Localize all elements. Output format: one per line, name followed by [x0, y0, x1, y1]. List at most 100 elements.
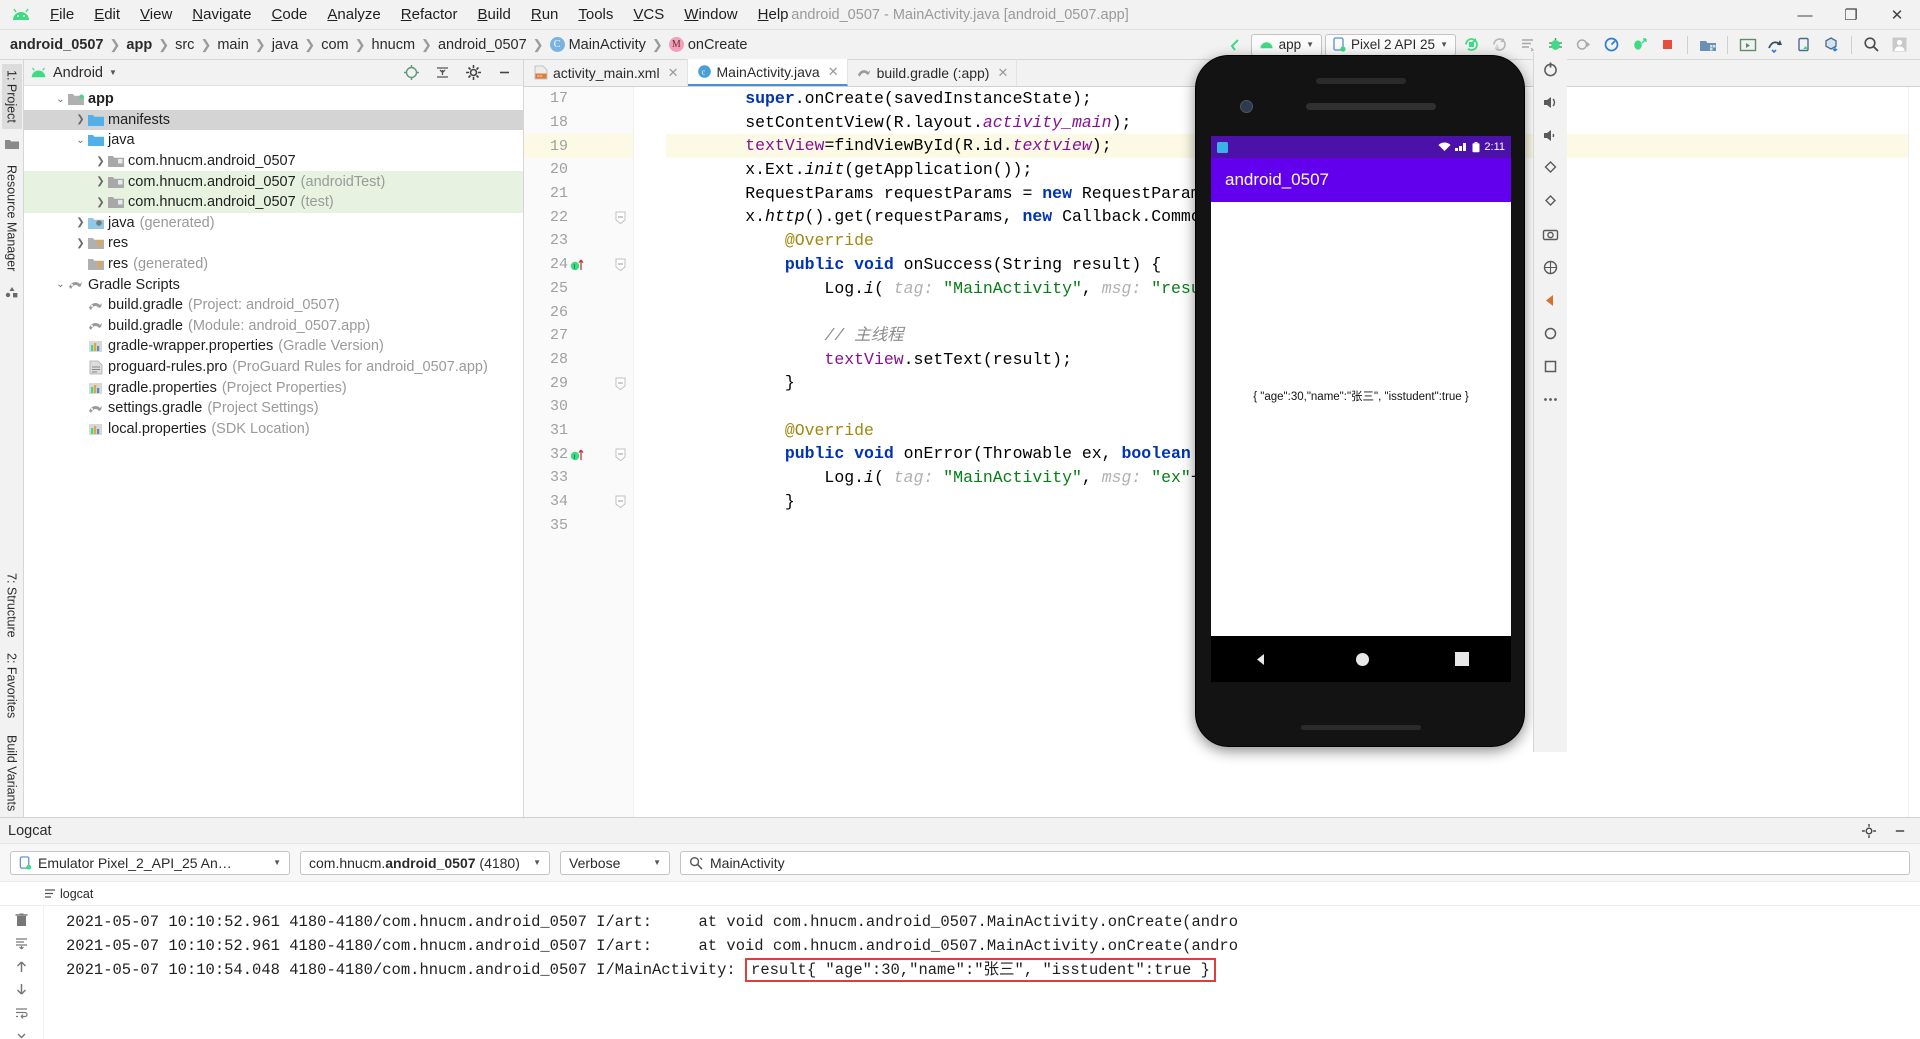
- tree-row[interactable]: · gradle-wrapper.properties(Gradle Versio…: [24, 336, 523, 357]
- gutter-line[interactable]: 31: [524, 419, 633, 443]
- tree-row[interactable]: · local.properties(SDK Location): [24, 419, 523, 440]
- gutter-line[interactable]: 23: [524, 229, 633, 253]
- breadcrumb-item-com[interactable]: com: [321, 37, 348, 53]
- logcat-lines[interactable]: 2021-05-07 10:10:52.961 4180-4180/com.hn…: [44, 906, 1920, 1039]
- tree-row[interactable]: · build.gradle(Project: android_0507): [24, 295, 523, 316]
- close-icon[interactable]: ✕: [997, 65, 1008, 81]
- tree-row[interactable]: ⌄ app: [24, 89, 523, 110]
- hide-panel-icon[interactable]: [492, 61, 517, 85]
- stop-icon[interactable]: [1655, 33, 1680, 57]
- logcat-line[interactable]: 2021-05-07 10:10:52.961 4180-4180/com.hn…: [44, 910, 1920, 934]
- breadcrumb-item-android-0507[interactable]: android_0507: [438, 37, 527, 53]
- gutter-line[interactable]: 35: [524, 513, 633, 537]
- settings-icon[interactable]: [1856, 819, 1881, 843]
- menu-window[interactable]: Window: [674, 3, 747, 26]
- hide-panel-icon[interactable]: [1887, 819, 1912, 843]
- chevron-right-icon[interactable]: ❯: [94, 197, 107, 208]
- tree-row[interactable]: · settings.gradle(Project Settings): [24, 398, 523, 419]
- breadcrumb-item-main[interactable]: main: [217, 37, 248, 53]
- clear-logcat-icon[interactable]: [11, 912, 33, 928]
- logcat-process-selector[interactable]: com.hnucm.android_0507 (4180) ▼: [300, 850, 550, 875]
- tree-row[interactable]: ⌄ java: [24, 130, 523, 151]
- logcat-tab[interactable]: logcat: [44, 887, 93, 901]
- tree-row[interactable]: · res(generated): [24, 254, 523, 275]
- recents-icon[interactable]: [1454, 652, 1469, 666]
- gutter-line[interactable]: 27: [524, 324, 633, 348]
- logcat-line[interactable]: 2021-05-07 10:10:52.961 4180-4180/com.hn…: [44, 934, 1920, 958]
- logcat-search-input[interactable]: MainActivity: [680, 850, 1910, 875]
- chevron-right-icon[interactable]: ❯: [74, 217, 87, 228]
- sidebar-item-structure[interactable]: 7: Structure: [2, 567, 22, 644]
- breadcrumb-item-hnucm[interactable]: hnucm: [372, 37, 416, 53]
- back-nav-icon[interactable]: [1539, 289, 1563, 311]
- editor-tab-activity-main-xml[interactable]: <> activity_main.xml ✕: [524, 59, 688, 86]
- maximize-button[interactable]: ❐: [1828, 0, 1874, 30]
- project-tree[interactable]: ⌄ app ❯ manifests ⌄ java ❯ com.hnucm.android_05…: [24, 86, 523, 817]
- menu-code[interactable]: Code: [262, 3, 318, 26]
- breadcrumb-item-oncreate[interactable]: MonCreate: [668, 37, 747, 53]
- menu-refactor[interactable]: Refactor: [391, 3, 468, 26]
- tree-row[interactable]: ⌄ Gradle Scripts: [24, 274, 523, 295]
- more-icon[interactable]: [11, 1028, 33, 1039]
- menu-help[interactable]: Help: [748, 3, 799, 26]
- breadcrumb-item-mainactivity[interactable]: C MainActivity: [549, 37, 646, 53]
- sidebar-item-resource-manager[interactable]: Resource Manager: [2, 159, 22, 277]
- gutter-line[interactable]: 20: [524, 158, 633, 182]
- gutter-line[interactable]: 26: [524, 300, 633, 324]
- settings-icon[interactable]: [461, 61, 486, 85]
- chevron-right-icon[interactable]: ❯: [94, 176, 107, 187]
- device-explorer-icon[interactable]: [1791, 33, 1816, 57]
- editor-gutter[interactable]: 17 18 19 20 21 22 23 24 I 25 26 27 28 29 30 31 32 I 33 34 35: [524, 87, 634, 817]
- sidebar-item-favorites[interactable]: 2: Favorites: [2, 647, 22, 724]
- menu-navigate[interactable]: Navigate: [182, 3, 261, 26]
- gutter-line[interactable]: 21: [524, 182, 633, 206]
- gutter-line[interactable]: 32 I: [524, 442, 633, 466]
- breadcrumb-item-app[interactable]: app: [126, 37, 152, 53]
- chevron-down-icon[interactable]: ⌄: [54, 279, 67, 290]
- build-variants-icon[interactable]: [1819, 33, 1844, 57]
- fold-marker-icon[interactable]: [615, 448, 626, 461]
- breadcrumb-item-java[interactable]: java: [272, 37, 299, 53]
- home-nav-icon[interactable]: [1539, 322, 1563, 344]
- chevron-down-icon[interactable]: ⌄: [54, 94, 67, 105]
- menu-build[interactable]: Build: [467, 3, 520, 26]
- locate-icon[interactable]: [399, 61, 424, 85]
- editor-tab-build-gradle-app-[interactable]: build.gradle (:app) ✕: [848, 59, 1018, 86]
- tree-row[interactable]: ❯ java (generated): [24, 213, 523, 234]
- menu-view[interactable]: View: [130, 3, 182, 26]
- editor-tab-mainactivity-java[interactable]: c MainActivity.java ✕: [687, 59, 848, 86]
- minimize-button[interactable]: —: [1782, 0, 1828, 30]
- tree-row[interactable]: · gradle.properties(Project Properties): [24, 377, 523, 398]
- sdk-manager-icon[interactable]: [1695, 33, 1720, 57]
- gutter-line[interactable]: 28: [524, 348, 633, 372]
- gutter-line[interactable]: 18: [524, 111, 633, 135]
- down-icon[interactable]: [11, 982, 33, 997]
- up-icon[interactable]: [11, 959, 33, 974]
- chevron-right-icon[interactable]: ❯: [74, 238, 87, 249]
- tree-row[interactable]: ❯ com.hnucm.android_0507: [24, 151, 523, 172]
- breadcrumb-item-src[interactable]: src: [175, 37, 194, 53]
- sync-gradle-icon[interactable]: [1763, 33, 1788, 57]
- breadcrumb-item-android-0507[interactable]: android_0507: [10, 37, 104, 53]
- menu-tools[interactable]: Tools: [568, 3, 623, 26]
- gutter-line[interactable]: 17: [524, 87, 633, 111]
- sidebar-item-build-variants[interactable]: Build Variants: [2, 729, 22, 817]
- chevron-right-icon[interactable]: ❯: [74, 114, 87, 125]
- profile-icon[interactable]: [1599, 33, 1624, 57]
- overview-nav-icon[interactable]: [1539, 355, 1563, 377]
- fold-marker-icon[interactable]: [615, 377, 626, 390]
- search-icon[interactable]: [1859, 33, 1884, 57]
- logcat-line[interactable]: 2021-05-07 10:10:54.048 4180-4180/com.hn…: [44, 958, 1920, 982]
- tree-row[interactable]: ❯ manifests: [24, 109, 523, 131]
- phone-screen[interactable]: 2:11 android_0507 { "age":30,"name":"张三"…: [1211, 136, 1511, 636]
- chevron-right-icon[interactable]: ❯: [94, 156, 107, 167]
- fold-marker-icon[interactable]: [615, 258, 626, 272]
- avatar-icon[interactable]: [1887, 33, 1912, 57]
- gutter-line[interactable]: 33: [524, 466, 633, 490]
- menu-edit[interactable]: Edit: [84, 3, 130, 26]
- gutter-line[interactable]: 24 I: [524, 253, 633, 277]
- menu-run[interactable]: Run: [521, 3, 569, 26]
- emulator-window[interactable]: 2:11 android_0507 { "age":30,"name":"张三"…: [1190, 52, 1535, 752]
- attach-debugger-icon[interactable]: [1571, 33, 1596, 57]
- gutter-line[interactable]: 22: [524, 205, 633, 229]
